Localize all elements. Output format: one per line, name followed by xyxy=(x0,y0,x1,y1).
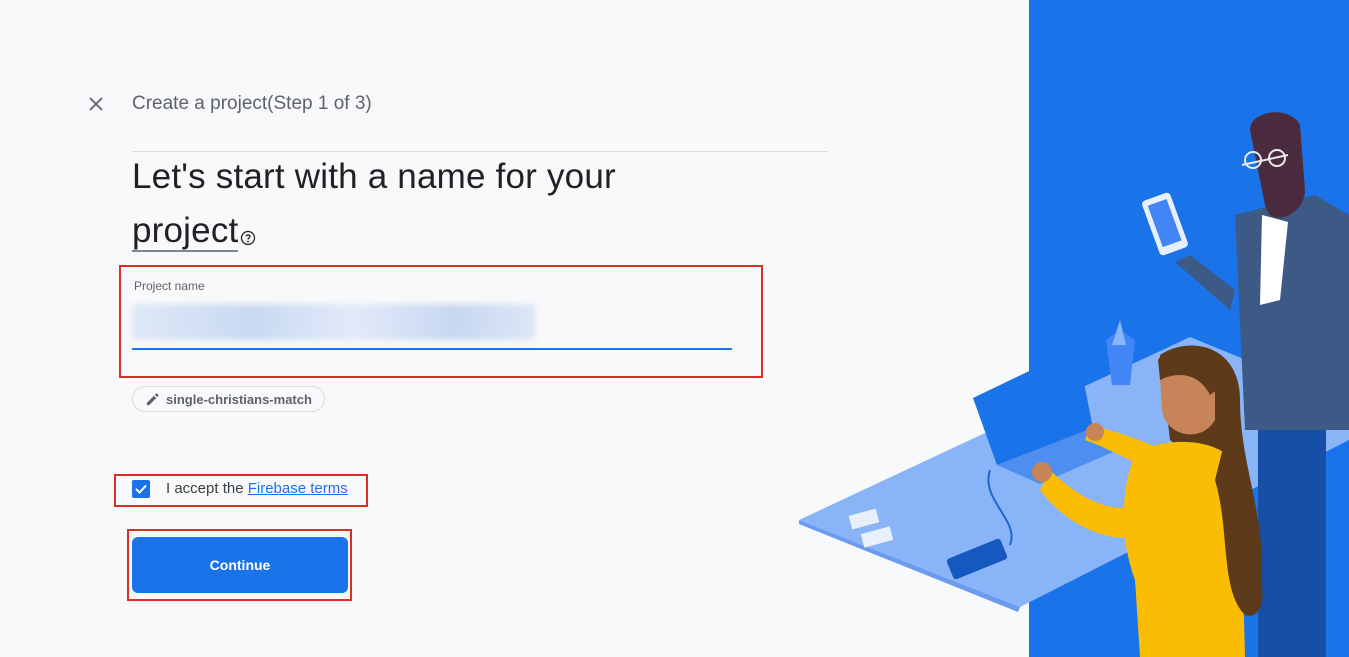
help-circle-icon[interactable] xyxy=(240,208,256,262)
project-name-input[interactable] xyxy=(132,304,736,346)
step-title: Create a project(Step 1 of 3) xyxy=(132,93,372,114)
close-icon xyxy=(89,97,103,111)
check-icon xyxy=(135,484,147,494)
project-name-underline xyxy=(132,348,732,350)
close-button[interactable] xyxy=(84,92,108,116)
heading-text: Let's start with a name for your xyxy=(132,157,616,196)
project-id-text: single-christians-match xyxy=(166,391,312,407)
pencil-icon xyxy=(146,392,159,405)
project-term-link[interactable]: project xyxy=(132,211,239,252)
project-id-chip[interactable]: single-christians-match xyxy=(132,386,325,412)
firebase-terms-link[interactable]: Firebase terms xyxy=(248,480,348,497)
project-name-label: Project name xyxy=(134,279,205,293)
accept-terms-checkbox[interactable] xyxy=(132,480,150,498)
page-heading: Let's start with a name for your project xyxy=(132,150,652,262)
continue-button[interactable]: Continue xyxy=(132,537,348,593)
project-illustration xyxy=(799,0,1349,657)
accept-terms-prefix: I accept the xyxy=(166,480,248,497)
accept-terms-label: I accept the Firebase terms xyxy=(166,480,348,498)
